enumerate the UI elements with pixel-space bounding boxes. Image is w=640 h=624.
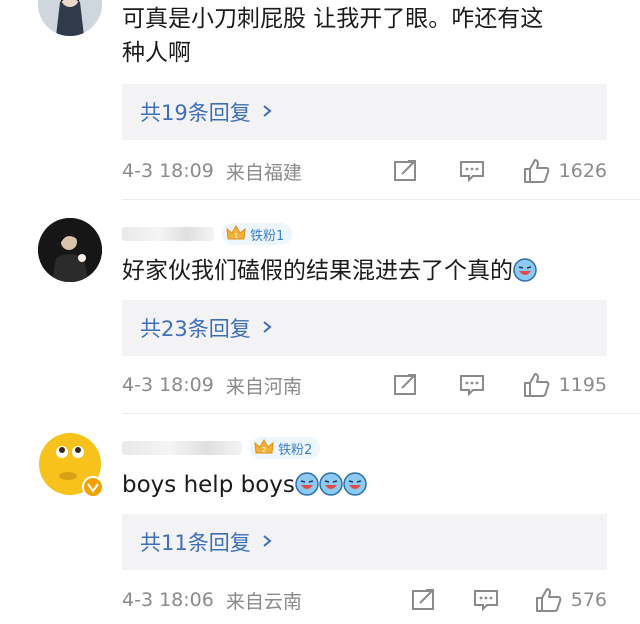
comment-text-line: 种人啊 (122, 40, 191, 66)
view-replies-button[interactable]: 共19条回复 (122, 84, 607, 140)
thumbs-up-icon (523, 373, 549, 397)
like-count: 1195 (558, 374, 607, 396)
comment-location: 来自福建 (225, 161, 302, 184)
replies-label: 共11条回复 (140, 531, 251, 555)
comment-item: 1 铁粉1 好家伙我们磕假的结果混进去了个真的 共23条回复 4-3 18:09… (0, 214, 640, 414)
thumbs-up-icon (535, 588, 562, 612)
comment-location: 来自云南 (225, 590, 302, 613)
comment-icon (459, 161, 484, 183)
comment-actions: 1195 (393, 372, 607, 398)
comment-text-body: 好家伙我们磕假的结果混进去了个真的 (122, 258, 513, 284)
comment-time: 4-3 18:09 (122, 160, 214, 182)
comment-icon (459, 375, 484, 397)
view-replies-button[interactable]: 共23条回复 (122, 300, 607, 356)
comment-button[interactable] (459, 373, 485, 397)
username-row: 1 铁粉1 (122, 222, 293, 246)
laughing-face-emoji (295, 472, 319, 496)
like-button[interactable]: 1626 (523, 158, 607, 184)
laughing-face-emoji (343, 472, 367, 496)
view-replies-button[interactable]: 共11条回复 (122, 514, 607, 570)
comment-item: 2 铁粉2 boys help boys 共11条回复 4-3 18:06 来自… (0, 428, 640, 624)
comment-text: boys help boys (122, 468, 612, 502)
share-icon (393, 160, 416, 181)
share-icon (411, 589, 434, 610)
share-button[interactable] (393, 373, 419, 397)
crown-icon: 1 (226, 225, 246, 240)
share-button[interactable] (393, 159, 419, 183)
comment-meta: 4-3 18:09 来自福建 1626 (122, 156, 607, 186)
verified-badge-icon (82, 476, 104, 498)
like-count: 1626 (558, 160, 607, 182)
chevron-right-icon (261, 532, 273, 553)
fan-badge[interactable]: 2 铁粉2 (250, 437, 321, 459)
avatar[interactable] (38, 0, 102, 36)
replies-label: 共23条回复 (140, 317, 251, 341)
comment-text-line: 可真是小刀刺屁股 让我开了眼。咋还有这 (122, 6, 544, 32)
comment-button[interactable] (473, 588, 499, 612)
comment-meta: 4-3 18:09 来自河南 1195 (122, 370, 607, 400)
share-button[interactable] (411, 588, 437, 612)
crown-icon: 2 (254, 439, 274, 454)
comment-actions: 576 (411, 587, 607, 613)
username-redacted[interactable] (122, 227, 214, 241)
chevron-right-icon (261, 318, 273, 339)
username-row: 2 铁粉2 (122, 436, 321, 460)
avatar[interactable] (38, 432, 104, 498)
laughing-face-emoji (319, 472, 343, 496)
replies-label: 共19条回复 (140, 101, 251, 125)
fan-badge-label: 铁粉1 (250, 228, 285, 244)
comment-location: 来自河南 (225, 375, 302, 398)
like-count: 576 (570, 589, 607, 611)
divider (122, 199, 640, 200)
avatar-image (38, 218, 102, 282)
like-button[interactable]: 576 (535, 587, 607, 613)
laughing-face-emoji (513, 258, 537, 282)
comment-meta: 4-3 18:06 来自云南 576 (122, 585, 607, 615)
svg-text:1: 1 (234, 232, 238, 240)
username-redacted[interactable] (122, 441, 242, 455)
share-icon (393, 374, 416, 395)
fan-badge-label: 铁粉2 (278, 442, 313, 458)
comment-icon (473, 590, 498, 612)
comment-time: 4-3 18:06 (122, 589, 214, 611)
comment-text-body: boys help boys (122, 472, 295, 498)
comment-item: 可真是小刀刺屁股 让我开了眼。咋还有这 种人啊 共19条回复 4-3 18:09… (0, 0, 640, 200)
svg-text:2: 2 (262, 446, 266, 454)
comment-time: 4-3 18:09 (122, 374, 214, 396)
like-button[interactable]: 1195 (523, 372, 607, 398)
chevron-right-icon (261, 102, 273, 123)
comment-button[interactable] (459, 159, 485, 183)
comment-actions: 1626 (393, 158, 607, 184)
thumbs-up-icon (523, 159, 549, 183)
fan-badge[interactable]: 1 铁粉1 (222, 223, 293, 245)
avatar-image (38, 0, 102, 36)
comment-text: 好家伙我们磕假的结果混进去了个真的 (122, 254, 612, 288)
avatar[interactable] (38, 218, 102, 282)
comment-text: 可真是小刀刺屁股 让我开了眼。咋还有这 种人啊 (122, 2, 612, 70)
divider (122, 413, 640, 414)
